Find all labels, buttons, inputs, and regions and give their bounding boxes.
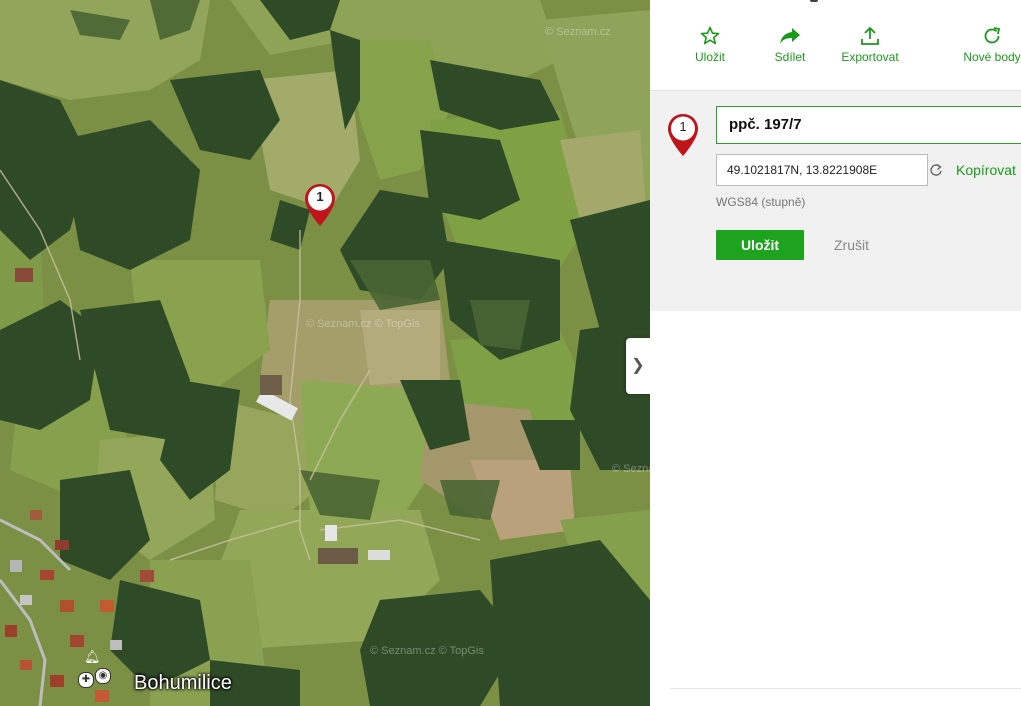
save-toolbar-button[interactable]: Uložit [690,26,730,64]
aerial-imagery [0,0,650,706]
copy-coordinates-link[interactable]: Kopírovat [956,162,1016,178]
point-number: 1 [679,119,687,134]
point-editor: 1 ppč. 197/7 49.1021817N, 13.8221908E Ko… [650,91,1021,311]
bell-icon[interactable]: 🔔︎ [84,650,101,664]
map-watermark: © Seznam.cz © TopGis [370,645,484,657]
cancel-button[interactable]: Zrušit [834,237,869,253]
toolbar-handle [810,0,818,2]
toolbar: Uložit Sdílet Exportovat Nové body [650,0,1021,91]
share-arrow-icon [780,28,800,44]
share-button[interactable]: Sdílet [770,26,810,64]
camera-icon[interactable]: ◉ [95,668,111,684]
marker-number: 1 [316,189,324,204]
star-icon [700,26,720,45]
save-button[interactable]: Uložit [716,230,804,260]
satellite-map[interactable]: © Seznam.cz © Seznam.cz © TopGis © Sezna… [0,0,650,706]
divider [670,688,1021,689]
coordinate-system-label: WGS84 (stupně) [716,195,806,209]
map-watermark: © Seznam.cz [612,463,650,475]
side-panel: Uložit Sdílet Exportovat Nové body 1 ppč… [650,0,1021,706]
refresh-icon [984,27,1001,44]
point-marker: 1 [666,113,700,157]
town-label: Bohumilice [134,672,232,694]
upload-icon [861,26,879,45]
swap-coordinates-icon[interactable] [929,163,943,177]
coordinates-input[interactable]: 49.1021817N, 13.8221908E [716,154,928,186]
new-points-label: Nové body [963,50,1021,64]
map-marker[interactable]: 1 [303,183,337,227]
save-toolbar-label: Uložit [694,50,725,64]
share-label: Sdílet [774,50,806,64]
map-watermark: © Seznam.cz [545,26,611,38]
map-watermark: © Seznam.cz © TopGis [306,318,420,330]
new-points-button[interactable]: Nové body [956,26,1021,64]
export-button[interactable]: Exportovat [836,26,904,64]
point-name-input[interactable]: ppč. 197/7 [716,106,1021,144]
export-label: Exportovat [841,50,899,64]
collapse-panel-button[interactable]: ❯ [626,338,650,394]
church-icon[interactable]: ✚ [78,672,94,688]
